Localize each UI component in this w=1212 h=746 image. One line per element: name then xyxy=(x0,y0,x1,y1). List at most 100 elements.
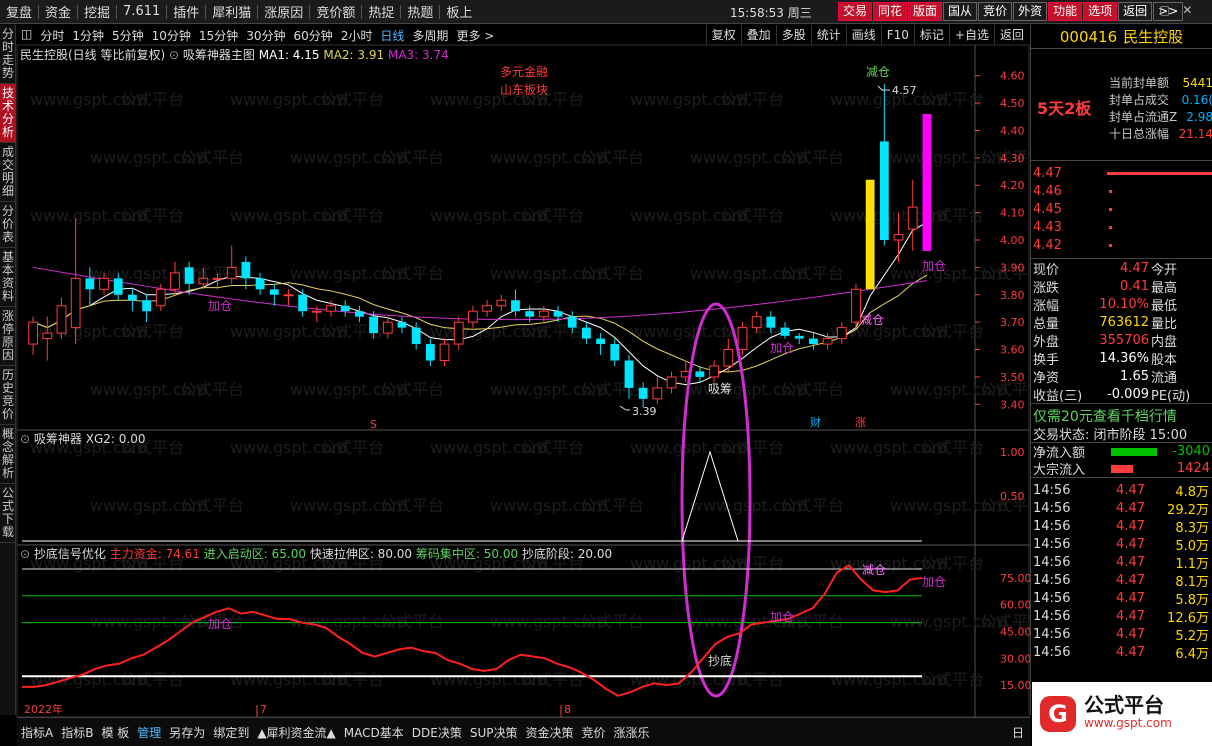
tick-time: 14:56 xyxy=(1033,536,1071,552)
tick-price: 4.47 xyxy=(1116,608,1145,624)
watermark-text: 公式平台 xyxy=(120,90,184,109)
quote-row: 收益(三) -0.009 PE(动) xyxy=(1031,385,1212,404)
bottom-tab[interactable]: 竞价 xyxy=(578,724,610,741)
tick-row: 14:56 4.47 8.1万 xyxy=(1031,571,1212,590)
bottom-tab[interactable]: ▲犀利资金流▲ xyxy=(253,724,339,741)
quote-value: -0.009 xyxy=(1107,386,1149,402)
watermark-text: 公式平台 xyxy=(720,438,784,457)
candle-body xyxy=(269,289,279,295)
dropdown-icon[interactable]: ⊙ xyxy=(20,432,30,446)
bottom-tab[interactable]: DDE决策 xyxy=(408,724,466,741)
bottom-toolbar: 指标A 指标B 模 板管理 另存为 绑定到 ▲犀利资金流▲ MACD基本 DDE决策 SUP决策… xyxy=(17,717,1030,746)
watermark-text: 公式平台 xyxy=(580,264,644,283)
tick-price: 4.47 xyxy=(1116,500,1145,516)
candle-body xyxy=(99,277,109,290)
watermark-text: 公式平台 xyxy=(780,496,844,515)
y-tick-label: 3.50 xyxy=(1000,371,1025,384)
sub2-title[interactable]: 抄底信号优化 xyxy=(34,547,106,561)
candle-body xyxy=(525,311,535,317)
candle-body xyxy=(567,316,577,328)
maximize-icon[interactable]: ▢ xyxy=(1159,3,1170,17)
tick-volume: 5.0万 xyxy=(1175,538,1209,554)
tick-volume: 6.4万 xyxy=(1175,646,1209,662)
minimize-icon[interactable]: — xyxy=(1135,3,1147,17)
candle-body xyxy=(610,344,620,361)
candle-body xyxy=(624,360,634,388)
candle-body xyxy=(411,327,421,345)
candle-body xyxy=(355,311,364,317)
watermark-text: 公式平台 xyxy=(120,322,184,341)
candle-body xyxy=(652,387,663,400)
logo-name: 公式平台 xyxy=(1084,693,1164,717)
watermark-text: 公式平台 xyxy=(520,438,584,457)
bottom-tab[interactable]: 绑定到 xyxy=(209,724,253,741)
bottom-tab[interactable]: 指标B xyxy=(57,724,97,741)
stock-code: 000416 xyxy=(1059,27,1118,46)
candle-body xyxy=(226,266,237,279)
candle-body xyxy=(85,278,95,290)
quote-value: 763612 xyxy=(1099,314,1149,330)
bottom-tab[interactable]: 另存为 xyxy=(165,724,209,741)
kline-chart[interactable]: www.gspt.com公式平台 www.gspt.com公式平台 www.gspt… xyxy=(0,0,1030,717)
dropdown-icon[interactable]: ⊙ xyxy=(169,48,179,62)
ma1-line xyxy=(32,222,928,386)
bottom-tab[interactable]: 资金决策 xyxy=(522,724,578,741)
candle-body xyxy=(582,327,591,339)
quote-label: 今开 xyxy=(1151,262,1178,278)
bottom-tab[interactable]: 管理 xyxy=(133,724,165,741)
dropdown-icon[interactable]: ⊙ xyxy=(20,547,30,561)
quote-label: 股本 xyxy=(1151,352,1178,368)
x-tick-label: 2022年 xyxy=(24,702,63,716)
candle-body xyxy=(184,267,194,284)
watermark-text: 公式平台 xyxy=(180,380,244,399)
quote-value: 355706 xyxy=(1099,332,1149,348)
order-book: 4.47 4.46 4.45 4.43 4.42 xyxy=(1031,161,1212,259)
candle-body xyxy=(723,349,734,367)
candle-body xyxy=(382,321,393,334)
candle-body xyxy=(155,288,166,307)
watermark-text: 公式平台 xyxy=(380,264,444,283)
candle-body xyxy=(255,278,265,290)
sub1-header: ⊙ 吸筹神器 XG2: 0.00 xyxy=(20,430,145,447)
ten-day: 21.14 xyxy=(1178,127,1212,141)
tick-volume: 4.8万 xyxy=(1175,484,1209,500)
orderbook-bar xyxy=(1107,171,1212,175)
stock-name: 民生控股 xyxy=(1123,28,1184,46)
bottom-tab[interactable]: 模 板 xyxy=(97,724,133,741)
add-label: 加仓 xyxy=(208,617,232,631)
top-button[interactable]: 功能 xyxy=(1048,2,1083,21)
limit-up-marker: 涨 xyxy=(855,416,866,429)
candle-body xyxy=(439,343,450,361)
candle-body xyxy=(142,300,151,312)
orderbook-price: 4.45 xyxy=(1033,201,1062,217)
promo-link[interactable]: 仅需20元查看千档行情 xyxy=(1031,404,1212,425)
quote-value: 4.47 xyxy=(1120,260,1149,276)
low-pointer xyxy=(619,405,630,411)
orderbook-marker xyxy=(1109,189,1112,193)
sub1-title[interactable]: 吸筹神器 xyxy=(34,432,82,446)
indicator-name[interactable]: 吸筹神器主图 xyxy=(183,48,255,62)
quote-label: 换手 xyxy=(1033,352,1060,368)
bottom-right-label: 日 xyxy=(1011,725,1024,740)
candle-body xyxy=(709,365,719,378)
netflow-value: -3040 xyxy=(1172,444,1210,459)
watermark-text: 公式平台 xyxy=(920,438,984,457)
quote-label: 内盘 xyxy=(1151,334,1178,350)
bottom-tab[interactable]: 指标A xyxy=(17,724,57,741)
tick-price: 4.47 xyxy=(1116,518,1145,534)
candle-body xyxy=(511,300,520,312)
bottom-tab[interactable]: SUP决策 xyxy=(466,724,522,741)
top-button[interactable]: 选项 xyxy=(1083,2,1118,21)
candle-body xyxy=(170,272,180,290)
candle-body xyxy=(538,310,549,318)
quote-label: 量比 xyxy=(1151,316,1178,332)
tick-row: 14:56 4.47 29.2万 xyxy=(1031,499,1212,518)
tick-row: 14:56 4.47 1.1万 xyxy=(1031,553,1212,572)
y-tick-label: 3.70 xyxy=(1000,316,1025,329)
bottom-tab[interactable]: MACD基本 xyxy=(340,724,408,741)
bottom-tab[interactable]: 涨涨乐 xyxy=(610,724,654,741)
watermark-text: 公式平台 xyxy=(380,380,444,399)
close-icon[interactable]: ✕ xyxy=(1182,3,1192,17)
orderbook-row: 4.45 xyxy=(1031,200,1212,218)
reduce-label: 减仓 xyxy=(860,313,884,327)
